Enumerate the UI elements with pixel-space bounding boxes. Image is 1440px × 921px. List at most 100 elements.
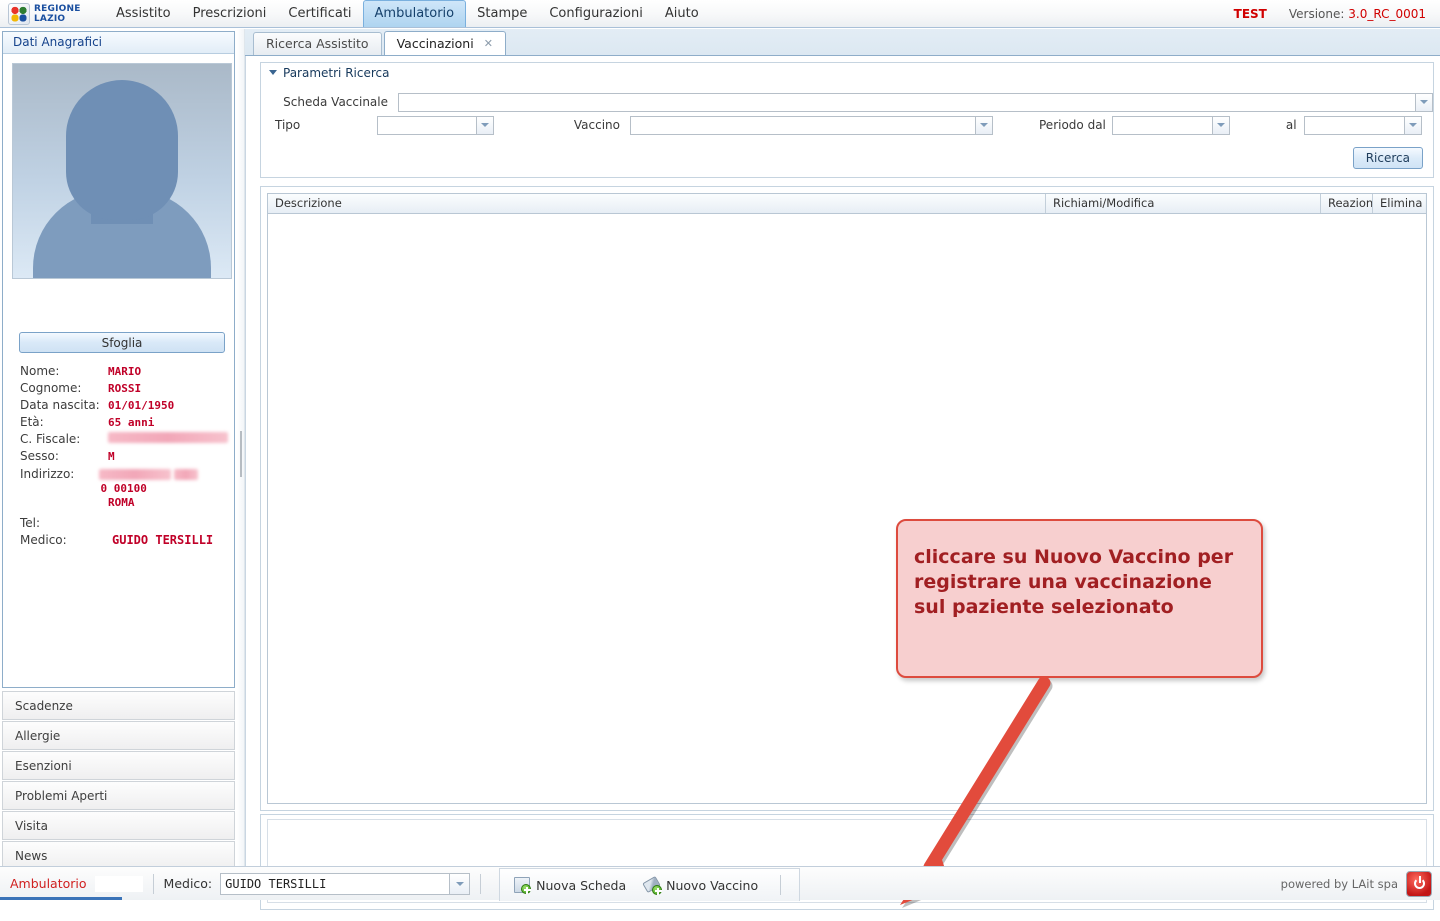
tab-ricerca-assistito[interactable]: Ricerca Assistito: [253, 32, 382, 55]
medico-label: Medico:: [164, 876, 213, 891]
vaccinazioni-grid: Descrizione Richiami/Modifica Reazion El…: [267, 193, 1427, 804]
syringe-add-icon: [644, 877, 660, 893]
logout-power-button[interactable]: [1406, 871, 1432, 897]
field-medico: Medico: GUIDO TERSILLI: [20, 533, 230, 549]
status-blank-field: [95, 876, 143, 892]
scheda-vaccinale-combo[interactable]: [398, 93, 1433, 112]
field-indirizzo: Indirizzo: 0 00100: [20, 467, 230, 495]
regione-lazio-logo: REGIONE LAZIO: [0, 3, 105, 25]
menu-item-stampe[interactable]: Stampe: [466, 0, 538, 27]
field-data-nascita-value: 01/01/1950: [108, 399, 174, 412]
medico-select[interactable]: [220, 873, 470, 895]
parametri-ricerca-header[interactable]: Parametri Ricerca: [261, 63, 1433, 82]
menu-item-certificati[interactable]: Certificati: [277, 0, 362, 27]
bottom-status-bar: Ambulatorio Medico: Nuova Scheda Nuovo V…: [0, 866, 1440, 900]
scheda-vaccinale-label: Scheda Vaccinale: [261, 95, 398, 109]
version-info: Versione: 3.0_RC_0001: [1289, 7, 1426, 21]
version-value: 3.0_RC_0001: [1348, 7, 1426, 21]
grid-col-richiami-modifica[interactable]: Richiami/Modifica: [1046, 194, 1321, 213]
nuova-scheda-button[interactable]: Nuova Scheda: [508, 877, 632, 893]
field-cognome: Cognome: ROSSI: [20, 381, 230, 397]
field-eta-label: Età:: [20, 415, 108, 429]
annotation-callout: cliccare su Nuovo Vaccino per registrare…: [896, 519, 1263, 678]
periodo-dal-input[interactable]: [1112, 116, 1213, 135]
periodo-al-calendar-trigger[interactable]: [1405, 116, 1422, 135]
vaccino-dropdown-trigger[interactable]: [976, 116, 993, 135]
sidebar-splitter[interactable]: [237, 29, 245, 866]
periodo-dal-calendar-trigger[interactable]: [1213, 116, 1230, 135]
sidebar-item-esenzioni[interactable]: Esenzioni: [2, 751, 235, 780]
tipo-dropdown-trigger[interactable]: [477, 116, 494, 135]
sidebar-item-allergie[interactable]: Allergie: [2, 721, 235, 750]
field-citta-value: ROMA: [108, 496, 135, 509]
field-medico-label: Medico:: [20, 533, 108, 547]
environment-badge: TEST: [1234, 7, 1267, 21]
close-icon[interactable]: ✕: [484, 32, 493, 55]
field-citta: ROMA: [20, 496, 230, 512]
patient-fields: Nome: MARIO Cognome: ROSSI Data nascita:…: [20, 364, 230, 550]
grid-col-descrizione[interactable]: Descrizione: [268, 194, 1046, 213]
field-eta-value: 65 anni: [108, 416, 154, 429]
patient-sidebar: Dati Anagrafici Sfoglia Nome: MARIO Cogn…: [0, 29, 237, 866]
field-data-nascita-label: Data nascita:: [20, 398, 108, 412]
menu-item-ambulatorio[interactable]: Ambulatorio: [363, 0, 467, 27]
field-sesso: Sesso: M: [20, 449, 230, 465]
tipo-combo[interactable]: [377, 116, 494, 135]
field-indirizzo-redacted-2: [174, 469, 198, 480]
periodo-al-input[interactable]: [1304, 116, 1405, 135]
nuova-scheda-label: Nuova Scheda: [536, 878, 626, 893]
medico-dropdown-trigger[interactable]: [450, 873, 470, 895]
sidebar-accordion: Scadenze Allergie Esenzioni Problemi Ape…: [2, 691, 235, 871]
menu-item-aiuto[interactable]: Aiuto: [654, 0, 710, 27]
nuovo-vaccino-button[interactable]: Nuovo Vaccino: [638, 877, 764, 893]
chevron-down-icon: [456, 882, 464, 886]
row-scheda-vaccinale: Scheda Vaccinale: [261, 91, 1433, 113]
topbar-status: TEST Versione: 3.0_RC_0001: [1234, 7, 1440, 21]
field-data-nascita: Data nascita: 01/01/1950: [20, 398, 230, 414]
sidebar-item-scadenze[interactable]: Scadenze: [2, 691, 235, 720]
vaccino-label: Vaccino: [542, 118, 630, 132]
field-nome-value: MARIO: [108, 365, 141, 378]
chevron-down-icon[interactable]: [269, 70, 277, 75]
grid-col-reazion[interactable]: Reazion: [1321, 194, 1373, 213]
al-label: al: [1286, 118, 1297, 132]
parametri-ricerca-title: Parametri Ricerca: [283, 64, 389, 82]
ricerca-button[interactable]: Ricerca: [1353, 147, 1423, 169]
vaccino-combo[interactable]: [630, 116, 993, 135]
field-cognome-label: Cognome:: [20, 381, 108, 395]
menu-item-assistito[interactable]: Assistito: [105, 0, 182, 27]
menu-item-prescrizioni[interactable]: Prescrizioni: [182, 0, 278, 27]
field-codice-fiscale: C. Fiscale:: [20, 432, 230, 448]
dati-anagrafici-title: Dati Anagrafici: [3, 32, 234, 54]
tipo-label: Tipo: [261, 118, 377, 132]
chevron-down-icon: [1420, 100, 1428, 104]
sidebar-item-visita[interactable]: Visita: [2, 811, 235, 840]
field-indirizzo-suffix: 0 00100: [101, 482, 147, 495]
grid-col-elimina[interactable]: Elimina: [1373, 194, 1425, 213]
tipo-input[interactable]: [377, 116, 477, 135]
periodo-al-combo[interactable]: [1304, 116, 1422, 135]
field-indirizzo-label: Indirizzo:: [20, 467, 99, 481]
new-document-icon: [514, 877, 530, 893]
periodo-dal-combo[interactable]: [1112, 116, 1230, 135]
field-tel-label: Tel:: [20, 516, 108, 530]
field-codice-fiscale-label: C. Fiscale:: [20, 432, 108, 446]
grid-header-row: Descrizione Richiami/Modifica Reazion El…: [268, 194, 1426, 214]
menu-item-configurazioni[interactable]: Configurazioni: [538, 0, 654, 27]
sfoglia-button[interactable]: Sfoglia: [19, 332, 225, 353]
sidebar-item-problemi-aperti[interactable]: Problemi Aperti: [2, 781, 235, 810]
vaccino-input[interactable]: [630, 116, 976, 135]
powered-by: powered by LAit spa: [1281, 871, 1440, 897]
scheda-vaccinale-dropdown-trigger[interactable]: [1416, 93, 1433, 112]
chevron-down-icon: [980, 123, 988, 127]
nuovo-vaccino-label: Nuovo Vaccino: [666, 878, 758, 893]
divider: [480, 874, 481, 894]
chevron-down-icon: [481, 123, 489, 127]
tab-vaccinazioni[interactable]: Vaccinazioni ✕: [384, 31, 506, 55]
scheda-vaccinale-input[interactable]: [398, 93, 1416, 112]
medico-input[interactable]: [220, 873, 450, 895]
field-tel: Tel:: [20, 516, 230, 532]
logo-line-1: REGIONE: [34, 4, 81, 14]
field-medico-value: GUIDO TERSILLI: [112, 533, 213, 547]
field-cognome-value: ROSSI: [108, 382, 141, 395]
